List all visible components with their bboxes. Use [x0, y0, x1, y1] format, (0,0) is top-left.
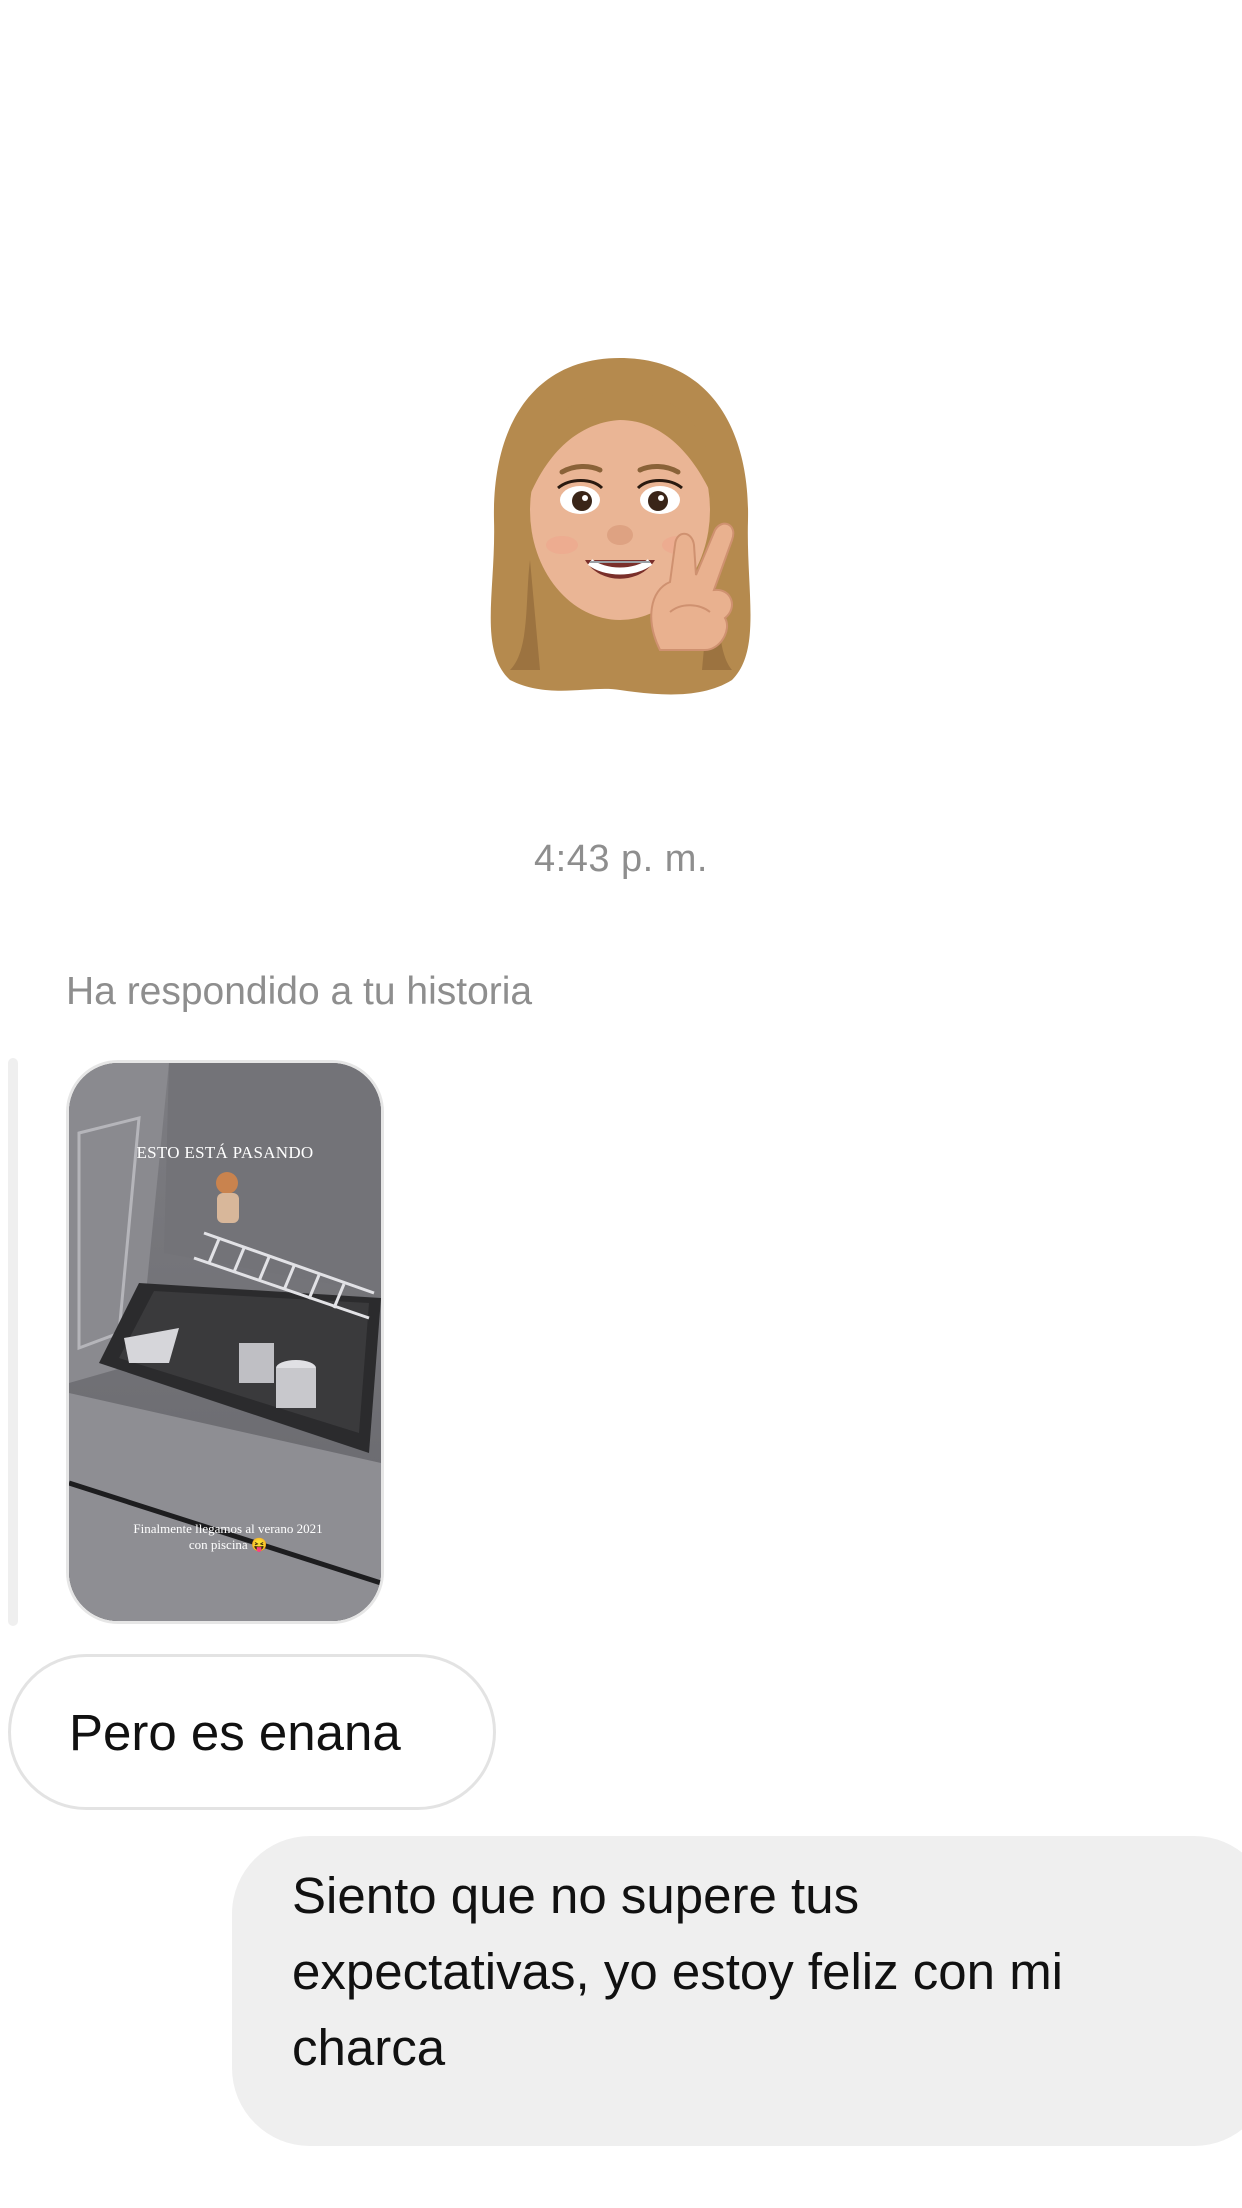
received-message-bubble[interactable]: Pero es enana: [8, 1654, 496, 1810]
story-top-text: ESTO ESTÁ PASANDO: [136, 1143, 314, 1162]
story-bottom-text-line2: con piscina 😝: [188, 1537, 268, 1552]
sent-message-bubble[interactable]: Siento que no supere tus expectativas, y…: [232, 1836, 1242, 2146]
story-bottom-text: Finalmente llegamos al verano 2021 con p…: [89, 1521, 367, 1553]
story-bottom-text-line1: Finalmente llegamos al verano 2021: [133, 1521, 323, 1536]
received-message-text: Pero es enana: [69, 1703, 401, 1761]
sent-message-line: charca: [292, 2019, 446, 2076]
sent-message-line: expectativas, yo estoy feliz con mi: [292, 1943, 1064, 2000]
memoji-sticker-icon[interactable]: [470, 350, 770, 700]
story-preview-thumbnail[interactable]: ESTO ESTÁ PASANDO Finalmente llegamos al…: [66, 1060, 384, 1624]
sent-message-line: Siento que no supere tus: [292, 1867, 860, 1924]
story-reply-caption: Ha respondido a tu historia: [66, 970, 533, 1013]
message-timestamp: 4:43 p. m.: [534, 838, 708, 880]
story-reply-quote-bar: [8, 1058, 18, 1626]
